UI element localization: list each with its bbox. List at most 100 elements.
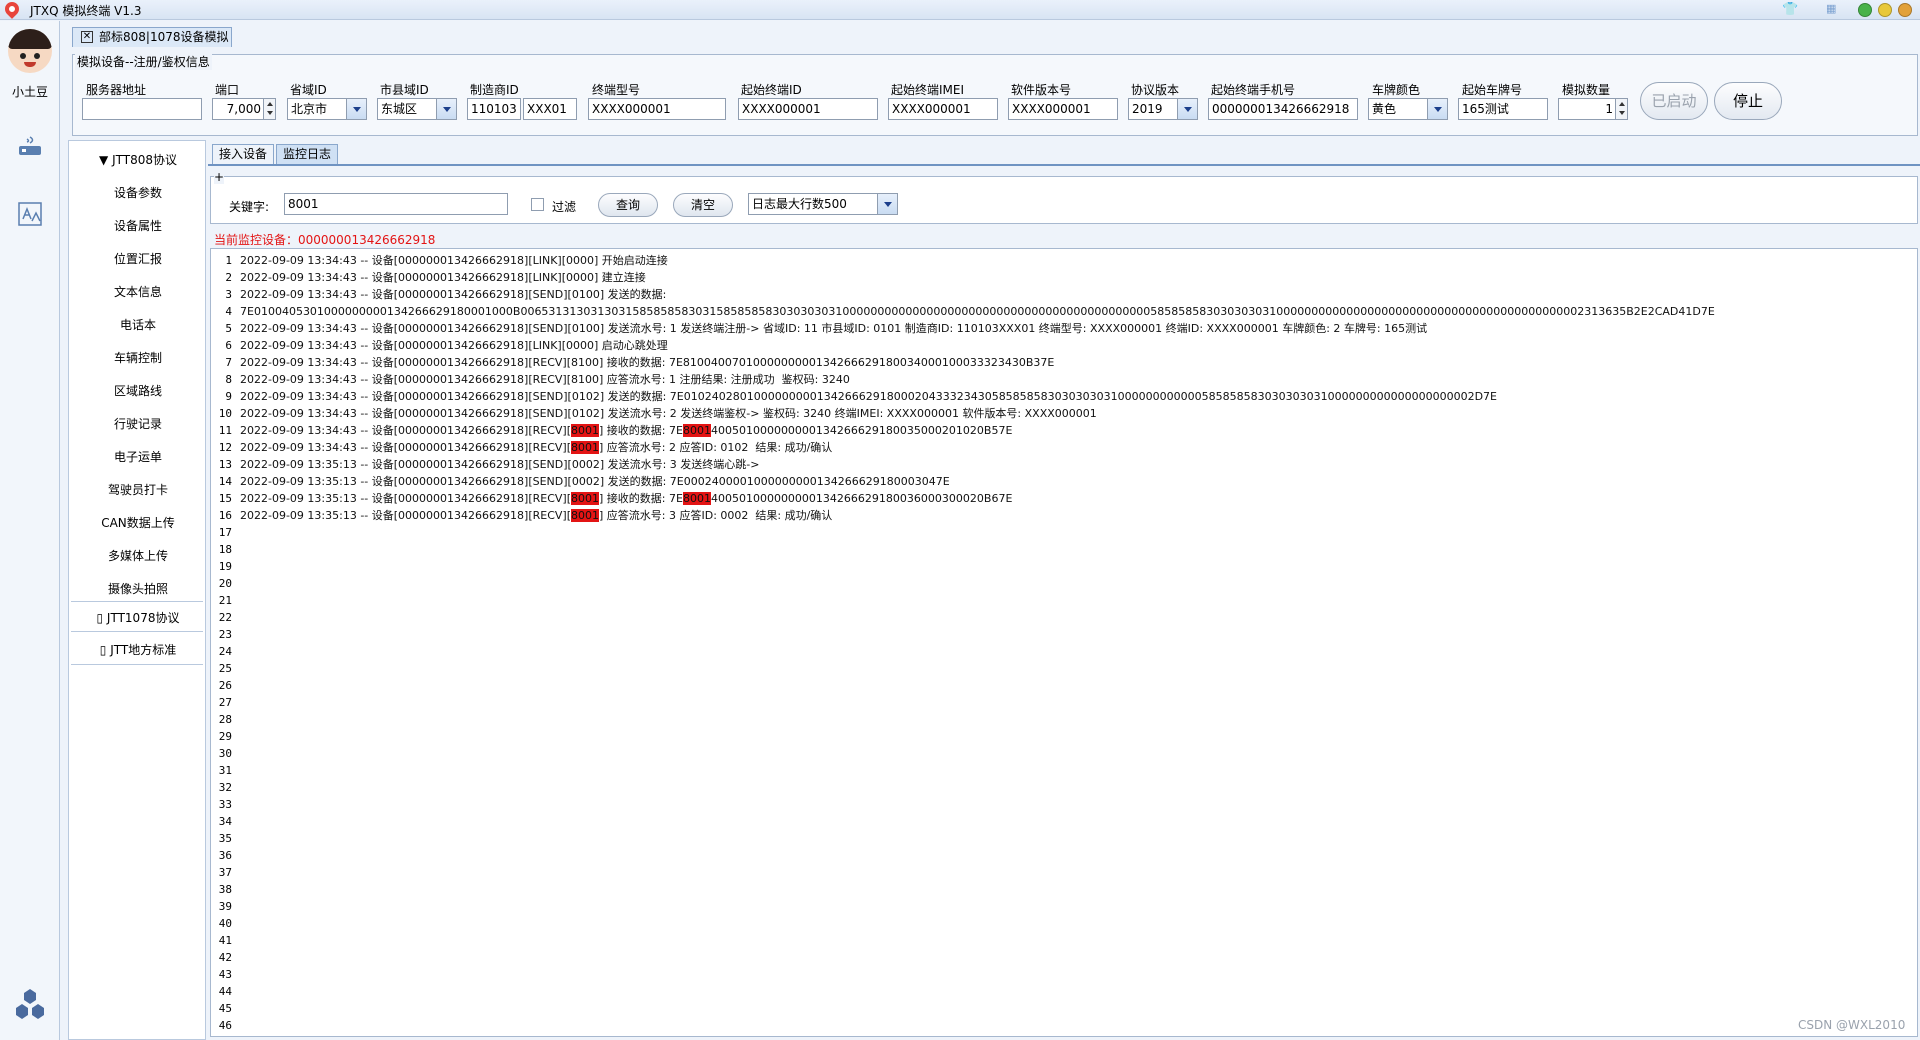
- tab-monitor-log[interactable]: 监控日志: [276, 144, 338, 164]
- count-spinner[interactable]: 1: [1558, 98, 1628, 120]
- hexagon-cluster-icon[interactable]: [12, 987, 48, 1023]
- nav-item[interactable]: 车辆控制: [69, 349, 207, 366]
- log-text: 2022-09-09 13:34:43 -- 设备[00000001342666…: [240, 407, 1097, 420]
- plate-input[interactable]: 165测试: [1458, 98, 1548, 120]
- log-text: ] 应答流水号: 2 应答ID: 0102 结果: 成功/确认: [599, 441, 833, 454]
- line-number: 13: [218, 458, 232, 471]
- plate-color-select[interactable]: 黄色: [1368, 98, 1448, 120]
- line-number: 27: [218, 696, 232, 709]
- maker-id-input[interactable]: 110103: [467, 98, 521, 120]
- count-spin-buttons[interactable]: [1615, 99, 1627, 119]
- nav-item[interactable]: 位置汇报: [69, 250, 207, 267]
- province-label: 省域ID: [290, 83, 327, 97]
- config-group-legend: 模拟设备--注册/鉴权信息: [75, 53, 212, 70]
- nav-item[interactable]: 设备参数: [69, 184, 207, 201]
- nav-item[interactable]: CAN数据上传: [69, 514, 207, 531]
- color-label: 车牌颜色: [1372, 83, 1421, 97]
- server-address-input[interactable]: [82, 98, 202, 120]
- keyword-highlight: 8001: [571, 424, 599, 437]
- close-button[interactable]: [1898, 3, 1912, 17]
- protocol-value: 2019: [1132, 102, 1163, 116]
- stop-button[interactable]: 停止: [1714, 82, 1782, 120]
- line-number: 4: [225, 305, 232, 318]
- nav-item[interactable]: 驾驶员打卡: [69, 481, 207, 498]
- user-avatar[interactable]: [8, 29, 52, 73]
- minimize-button[interactable]: [1858, 3, 1872, 17]
- nav-item[interactable]: 电子运单: [69, 448, 207, 465]
- maximize-button[interactable]: [1878, 3, 1892, 17]
- province-select[interactable]: 北京市: [287, 98, 367, 120]
- line-number: 25: [218, 662, 232, 675]
- nav-item[interactable]: 设备属性: [69, 217, 207, 234]
- keyword-input[interactable]: 8001: [284, 193, 508, 215]
- device-terminal-icon[interactable]: [15, 133, 45, 163]
- keyword-highlight: 8001: [682, 424, 711, 437]
- keyword-highlight: 8001: [571, 509, 599, 522]
- city-dropdown-icon[interactable]: [436, 99, 456, 119]
- nav-item[interactable]: 电话本: [69, 316, 207, 333]
- line-number: 38: [218, 883, 232, 896]
- log-text-area[interactable]: 1 2 3 4 5 6 7 8 9 10 11 12 13 14 15 16 17 18 19 20 21 22 23 24 2…: [210, 248, 1918, 1037]
- line-number: 31: [218, 764, 232, 777]
- main-tab-label: 部标808|1078设备模拟: [99, 30, 229, 44]
- maker-id-suffix-input[interactable]: XXX01: [523, 98, 577, 120]
- started-button[interactable]: 已启动: [1640, 82, 1708, 120]
- log-text: ] 接收的数据: 7E: [599, 492, 683, 505]
- port-spinner[interactable]: 7,000: [212, 98, 276, 120]
- expand-plus-icon[interactable]: +: [214, 170, 225, 184]
- plate-color-dropdown-icon[interactable]: [1427, 99, 1447, 119]
- nav-local-standard[interactable]: ▯ JTT地方标准: [69, 641, 207, 658]
- nav-item[interactable]: 行驶记录: [69, 415, 207, 432]
- tab-access-device[interactable]: 接入设备: [212, 144, 274, 164]
- line-number: 30: [218, 747, 232, 760]
- model-input[interactable]: XXXX000001: [588, 98, 726, 120]
- nav-jtt808-header[interactable]: ▼ JTT808协议: [69, 151, 207, 168]
- close-tab-icon[interactable]: ✕: [81, 31, 93, 43]
- max-lines-value: 日志最大行数500: [752, 197, 847, 211]
- clear-button[interactable]: 清空: [673, 193, 733, 217]
- line-number: 42: [218, 951, 232, 964]
- nav-item[interactable]: 多媒体上传: [69, 547, 207, 564]
- province-dropdown-icon[interactable]: [346, 99, 366, 119]
- text-translate-icon[interactable]: [15, 199, 45, 229]
- model-label: 终端型号: [592, 83, 641, 97]
- plate-color-value: 黄色: [1372, 102, 1397, 116]
- window-title: JTXQ 模拟终端 V1.3: [30, 4, 142, 18]
- line-number: 22: [218, 611, 232, 624]
- protocol-select[interactable]: 2019: [1128, 98, 1198, 120]
- nav-separator: [71, 664, 203, 665]
- log-line: 2022-09-09 13:34:43 -- 设备[00000001342666…: [240, 252, 668, 269]
- max-lines-select[interactable]: 日志最大行数500: [748, 193, 898, 215]
- log-line: 2022-09-09 13:34:43 -- 设备[00000001342666…: [240, 286, 666, 303]
- imei-input[interactable]: XXXX000001: [888, 98, 998, 120]
- line-number: 14: [218, 475, 232, 488]
- port-spin-buttons[interactable]: [263, 99, 275, 119]
- line-number: 15: [218, 492, 232, 505]
- nav-separator: [71, 601, 203, 602]
- nav-item[interactable]: 文本信息: [69, 283, 207, 300]
- line-number: 8: [225, 373, 232, 386]
- line-number: 23: [218, 628, 232, 641]
- start-terminal-label: 起始终端ID: [741, 83, 802, 97]
- log-text: ] 应答流水号: 3 应答ID: 0002 结果: 成功/确认: [599, 509, 833, 522]
- protocol-dropdown-icon[interactable]: [1177, 99, 1197, 119]
- log-line: 2022-09-09 13:35:13 -- 设备[00000001342666…: [240, 507, 832, 524]
- city-select[interactable]: 东城区: [377, 98, 457, 120]
- nav-item[interactable]: 摄像头拍照: [69, 580, 207, 597]
- skin-shirt-icon[interactable]: 👕: [1782, 2, 1798, 17]
- line-number: 40: [218, 917, 232, 930]
- query-button[interactable]: 查询: [598, 193, 658, 217]
- nav-jtt1078[interactable]: ▯ JTT1078协议: [69, 609, 207, 626]
- max-lines-dropdown-icon[interactable]: [877, 194, 897, 214]
- start-terminal-input[interactable]: XXXX000001: [738, 98, 878, 120]
- protocol-label: 协议版本: [1131, 83, 1180, 97]
- tab-device-simulation[interactable]: ✕ 部标808|1078设备模拟: [72, 27, 232, 47]
- grid-menu-icon[interactable]: ▦: [1826, 2, 1836, 15]
- filter-checkbox[interactable]: [531, 198, 544, 211]
- phone-input[interactable]: 000000013426662918: [1208, 98, 1358, 120]
- watermark: CSDN @WXL2010: [1798, 1018, 1906, 1032]
- log-text: 2022-09-09 13:34:43 -- 设备[00000001342666…: [240, 271, 646, 284]
- software-version-input[interactable]: XXXX000001: [1008, 98, 1118, 120]
- line-number: 45: [218, 1002, 232, 1015]
- nav-item[interactable]: 区域路线: [69, 382, 207, 399]
